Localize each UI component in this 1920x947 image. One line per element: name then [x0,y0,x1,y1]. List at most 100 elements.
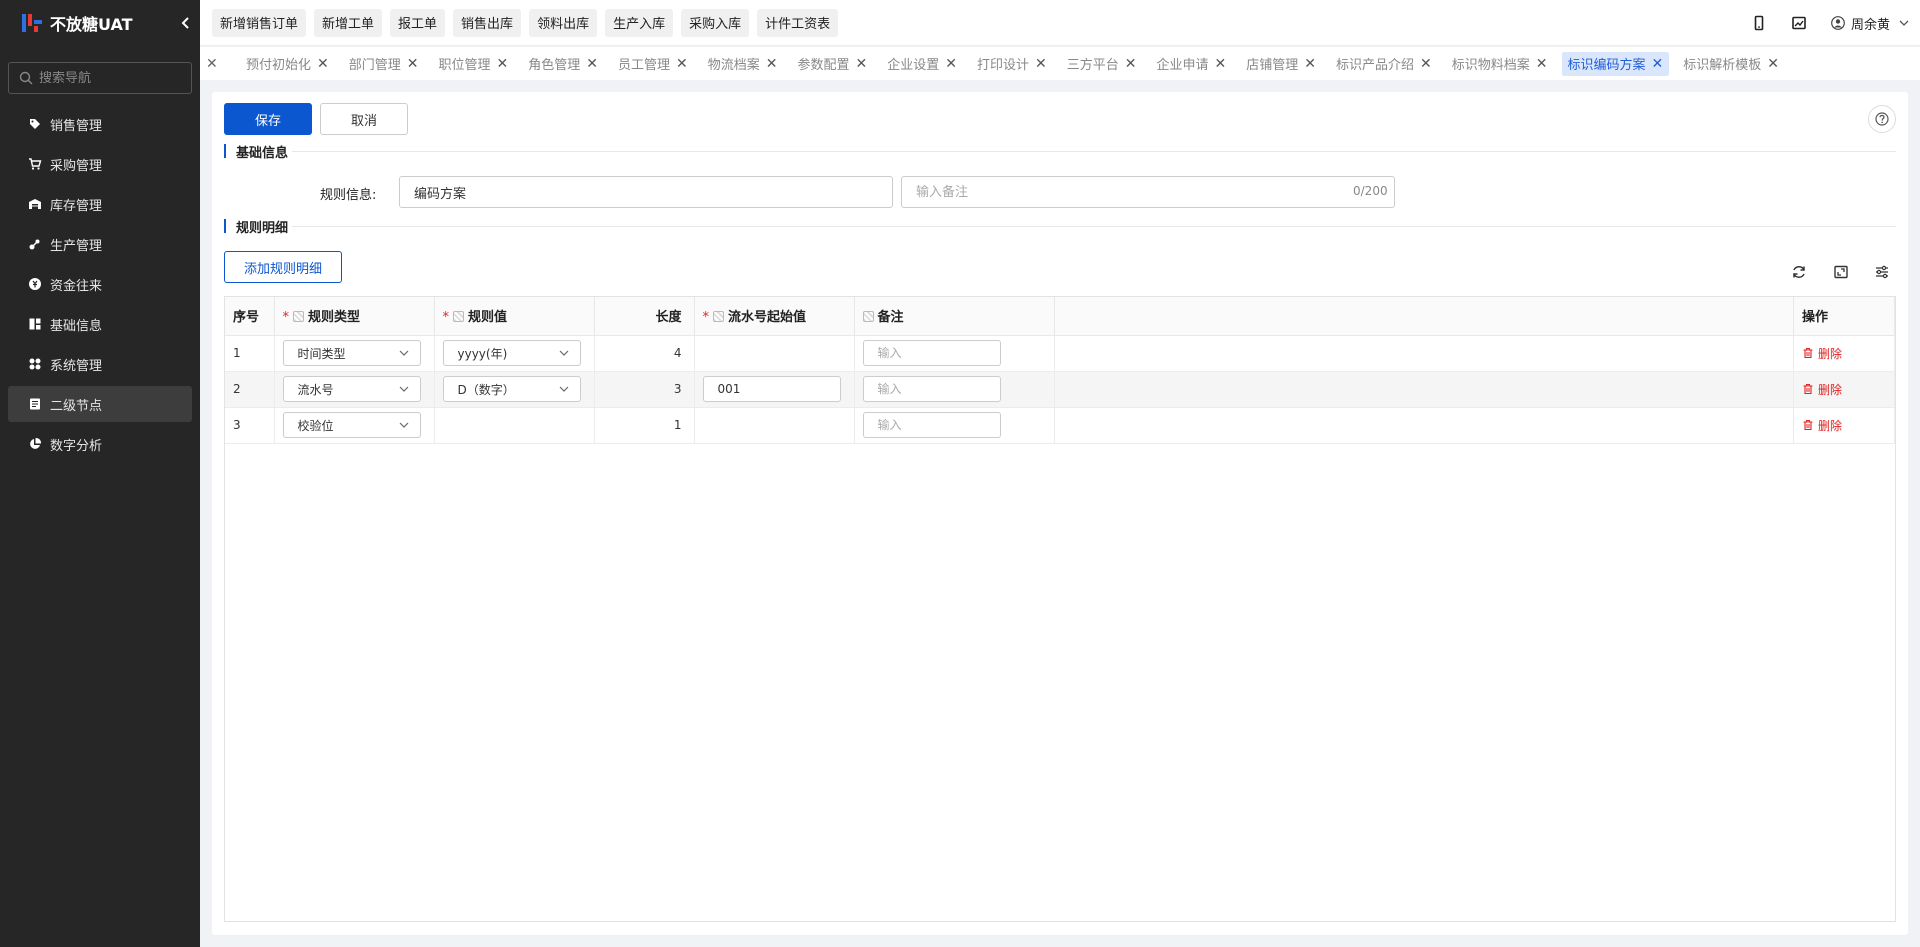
dashboard-icon[interactable] [1791,15,1807,31]
page-tab[interactable]: 员工管理 ✕ [612,52,694,76]
sidebar-item-secondary-node[interactable]: 二级节点 [8,386,192,422]
quick-action-button[interactable]: 领料出库 [529,8,598,37]
nav-search[interactable] [8,62,192,94]
rule-type-select[interactable]: 校验位 [282,412,421,438]
column-header-spacer [1054,297,1794,336]
quick-action-button[interactable]: 新增销售订单 [212,8,307,37]
sidebar-item-purchase[interactable]: 采购管理 [8,146,192,182]
page-tab[interactable]: 企业申请 ✕ [1151,52,1233,76]
cell-rule-type: 流水号 [274,371,435,408]
sidebar-item-digital-analysis[interactable]: 数字分析 [8,426,192,462]
tab-close-icon[interactable]: ✕ [856,56,868,72]
tab-label: 店铺管理 [1246,58,1299,73]
page-tab[interactable]: 企业设置 ✕ [881,52,963,76]
rule-info-input[interactable] [399,176,893,208]
sidebar-item-production[interactable]: 生产管理 [8,226,192,262]
column-header-remark[interactable]: 备注 [854,297,1055,336]
row-remark-input[interactable] [862,412,1001,438]
page-tab[interactable]: 部门管理 ✕ [343,52,425,76]
page-tab[interactable]: 职位管理 ✕ [433,52,515,76]
sidebar-item-sales[interactable]: 销售管理 [8,106,192,142]
page-tab[interactable]: 角色管理 ✕ [522,52,604,76]
cell-actions: 删除 [1793,335,1895,372]
mobile-icon[interactable] [1751,15,1767,31]
cancel-button[interactable]: 取消 [320,103,408,135]
page-tab[interactable]: 标识产品介绍 ✕ [1330,52,1438,76]
page-tab[interactable]: 店铺管理 ✕ [1240,52,1322,76]
brand[interactable]: 不放糖UAT [0,0,200,46]
sidebar-item-label: 生产管理 [50,238,103,254]
page-tab[interactable]: 标识解析模板 ✕ [1677,52,1785,76]
serial-start-input[interactable] [702,376,841,402]
delete-row-button[interactable]: 删除 [1802,345,1886,362]
remark-input[interactable] [901,176,1395,208]
refresh-icon[interactable] [1791,264,1807,280]
column-header-serial-start[interactable]: * 流水号起始值 [694,297,855,336]
user-menu[interactable]: 周余黄 [1831,14,1910,33]
quick-action-button[interactable]: 计件工资表 [757,8,839,37]
tab-close-icon[interactable]: ✕ [1767,56,1779,72]
help-button[interactable] [1868,105,1896,133]
rule-type-value: 时间类型 [297,346,346,361]
quick-actions: 新增销售订单 新增工单 报工单 销售出库 领料出库 生产入库 采购入库 计件工资表 [212,8,846,37]
rule-value-select[interactable]: D（数字） [442,376,581,402]
quick-action-button[interactable]: 采购入库 [681,8,750,37]
rule-value-select[interactable]: yyyy(年) [442,340,581,366]
tab-close-icon[interactable]: ✕ [945,56,957,72]
collapse-sidebar-icon[interactable] [178,15,194,31]
sidebar-item-label: 采购管理 [50,158,103,174]
sidebar: 不放糖UAT 销售管理采购管理库存管理生产管理资金往来基础信息系统管理二级节点数… [0,0,200,947]
section-title-detail-text: 规则明细 [236,220,289,236]
cell-serial-start [694,371,855,408]
sidebar-item-funds[interactable]: 资金往来 [8,266,192,302]
page-tab[interactable]: 物流档案 ✕ [702,52,784,76]
page-tab[interactable]: 标识编码方案 ✕ [1561,51,1670,76]
nav-search-input[interactable] [39,70,189,86]
add-rule-detail-button[interactable]: 添加规则明细 [224,251,342,283]
tab-close-icon[interactable]: ✕ [1215,56,1227,72]
tab-close-icon[interactable]: ✕ [407,56,419,72]
rule-type-select[interactable]: 时间类型 [282,340,421,366]
delete-row-button[interactable]: 删除 [1802,381,1886,398]
column-header-rule-value[interactable]: * 规则值 [434,297,595,336]
tab-close-icon[interactable]: ✕ [1304,56,1316,72]
column-header-rule-type[interactable]: * 规则类型 [274,297,435,336]
page-tab[interactable]: 预付初始化 ✕ [240,52,335,76]
tab-label: 企业申请 [1156,58,1209,73]
tab-close-icon[interactable]: ✕ [586,56,598,72]
save-button[interactable]: 保存 [224,103,312,135]
tab-close-icon[interactable]: ✕ [766,56,778,72]
cell-spacer [1054,371,1794,408]
sidebar-item-basic-info[interactable]: 基础信息 [8,306,192,342]
quick-action-button[interactable]: 销售出库 [453,8,522,37]
page-tab[interactable]: 参数配置 ✕ [792,52,874,76]
tab-close-icon[interactable]: ✕ [1652,56,1664,72]
tab-close-icon[interactable]: ✕ [676,56,688,72]
sidebar-item-system[interactable]: 系统管理 [8,346,192,382]
fullscreen-icon[interactable] [1833,264,1849,280]
row-remark-input[interactable] [862,376,1001,402]
tab-close-icon[interactable]: ✕ [1035,56,1047,72]
row-remark-input[interactable] [862,340,1001,366]
cell-remark [854,371,1055,408]
column-header-serial-start-text: 流水号起始值 [728,310,807,326]
tab-close-icon[interactable]: ✕ [317,56,329,72]
page-tab[interactable]: 标识物料档案 ✕ [1446,52,1554,76]
delete-row-button[interactable]: 删除 [1802,417,1886,434]
quick-action-button[interactable]: 生产入库 [605,8,674,37]
rule-type-select[interactable]: 流水号 [282,376,421,402]
quick-action-button[interactable]: 报工单 [390,8,446,37]
tab-close-icon[interactable]: ✕ [1125,56,1137,72]
column-settings-icon[interactable] [1874,264,1890,280]
tab-close-icon[interactable]: ✕ [1420,56,1432,72]
trash-icon [1803,347,1813,359]
tab-close-icon[interactable]: ✕ [1536,56,1548,72]
page-tab[interactable]: 三方平台 ✕ [1061,52,1143,76]
sidebar-item-inventory[interactable]: 库存管理 [8,186,192,222]
tab-label: 职位管理 [438,58,491,73]
document-icon [30,398,40,410]
tab-overflow-close-icon[interactable]: ✕ [206,56,220,72]
page-tab[interactable]: 打印设计 ✕ [971,52,1053,76]
quick-action-button[interactable]: 新增工单 [314,8,383,37]
tab-close-icon[interactable]: ✕ [497,56,509,72]
